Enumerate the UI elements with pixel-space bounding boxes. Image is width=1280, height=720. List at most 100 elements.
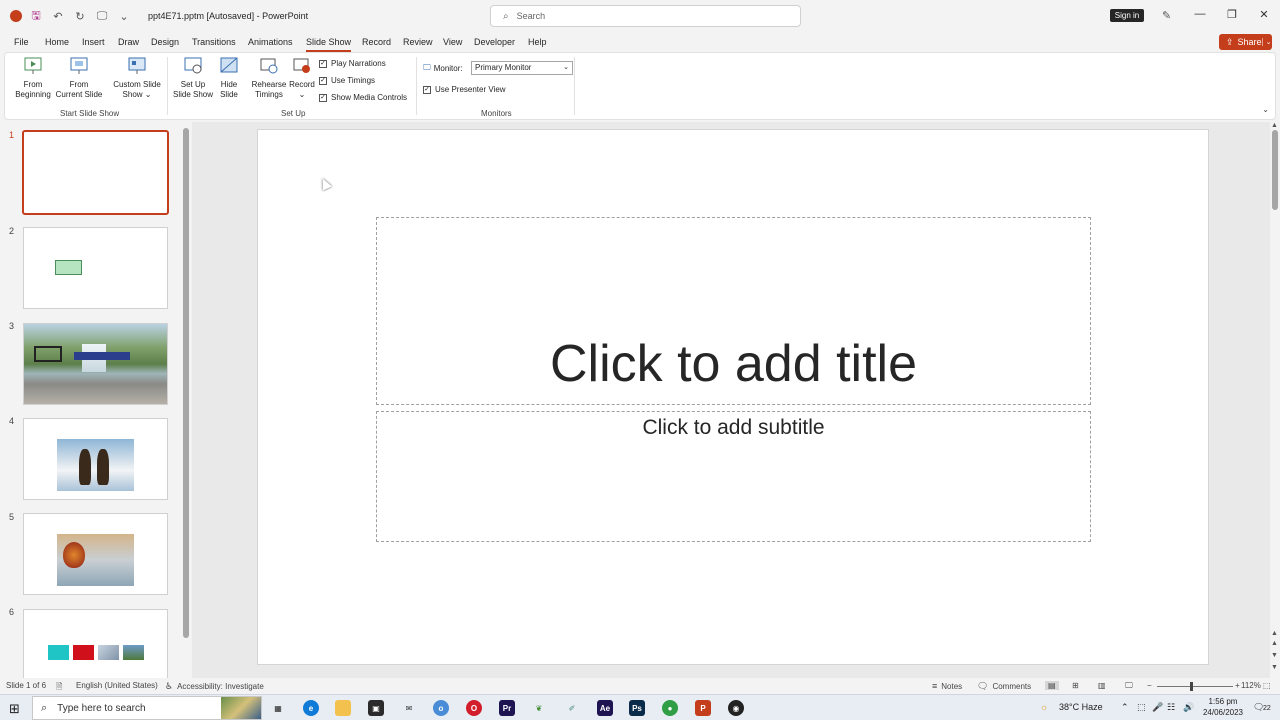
app-icon[interactable]: ◉ [728, 700, 744, 716]
tab-insert[interactable]: Insert [82, 32, 105, 52]
use-timings-checkbox[interactable]: ✓ Use Timings [319, 76, 375, 85]
hide-slide-button[interactable]: Hide Slide [215, 56, 243, 100]
from-current-slide-button[interactable]: From Current Slide [55, 56, 103, 100]
photoshop-icon[interactable]: Ps [629, 700, 645, 716]
tab-transitions[interactable]: Transitions [192, 32, 236, 52]
redo-icon[interactable]: ↻ [72, 8, 88, 24]
microsoft-store-icon[interactable]: ▣ [368, 700, 384, 716]
close-icon[interactable]: ✕ [1256, 8, 1272, 21]
weather-text[interactable]: 38°C Haze [1059, 702, 1103, 712]
app-icon[interactable]: ❦ [531, 700, 547, 716]
slide-thumbnail-2[interactable] [23, 227, 168, 309]
scrollbar-thumb[interactable] [1272, 130, 1278, 210]
scroll-down-icon[interactable]: ▼ [1271, 664, 1278, 671]
comments-button[interactable]: 🗨 Comments [977, 681, 1031, 692]
use-presenter-view-checkbox[interactable]: ✓ Use Presenter View [423, 85, 506, 94]
title-placeholder[interactable]: Click to add title [376, 217, 1091, 405]
search-input[interactable]: ⌕ Search [490, 5, 801, 27]
scrollbar-thumb[interactable] [183, 128, 189, 638]
scroll-up-icon[interactable]: ▲ [1271, 630, 1278, 637]
zoom-slider-handle[interactable] [1190, 682, 1193, 691]
slide-canvas[interactable]: Click to add title Click to add subtitle [257, 129, 1209, 665]
tab-review[interactable]: Review [403, 32, 433, 52]
pen-icon[interactable]: ✎ [1162, 9, 1171, 22]
restore-icon[interactable]: ❐ [1224, 8, 1240, 21]
share-button[interactable]: ⇪ Share ⌄ [1219, 34, 1272, 50]
tab-record[interactable]: Record [362, 32, 391, 52]
chrome-icon[interactable]: ● [662, 700, 678, 716]
tab-file[interactable]: File [14, 32, 29, 52]
previous-slide-icon[interactable]: ▲ [1271, 640, 1278, 647]
checkbox-checked[interactable]: ✓ [423, 85, 431, 94]
rehearse-timings-button[interactable]: Rehearse Timings [249, 56, 289, 100]
task-view-icon[interactable]: ▦ [270, 700, 286, 716]
clock-time[interactable]: 1:56 pm [1200, 697, 1246, 706]
monitor-select[interactable]: Primary Monitor ⌄ [471, 61, 573, 75]
tab-draw[interactable]: Draw [118, 32, 139, 52]
taskbar-search-input[interactable]: ⌕ Type here to search [32, 696, 262, 720]
file-explorer-icon[interactable] [335, 700, 351, 716]
spelling-icon[interactable]: 🗎 [56, 681, 62, 695]
zoom-out-icon[interactable]: − [1147, 681, 1152, 690]
normal-view-icon[interactable]: ▤ [1045, 681, 1059, 690]
app-tray-icon[interactable]: ⬚ [1137, 702, 1146, 713]
reading-view-icon[interactable]: ▥ [1098, 681, 1106, 690]
chevron-up-icon[interactable]: ⌃ [1121, 702, 1129, 713]
scroll-up-icon[interactable]: ▲ [1271, 122, 1278, 129]
tab-view[interactable]: View [443, 32, 462, 52]
tab-slide-show[interactable]: Slide Show [306, 32, 352, 52]
zoom-level[interactable]: 112% [1241, 681, 1261, 690]
clock-date[interactable]: 24/06/2023 [1200, 708, 1246, 717]
edge-browser-icon[interactable]: e [303, 700, 319, 716]
from-beginning-button[interactable]: From Beginning [13, 56, 53, 100]
network-icon[interactable]: ☷ [1167, 702, 1175, 713]
chevron-down-icon[interactable]: ⌄ [1261, 38, 1271, 46]
slide-thumbnail-1[interactable] [22, 130, 169, 215]
mail-icon[interactable]: ✉ [401, 700, 417, 716]
tab-home[interactable]: Home [45, 32, 69, 52]
present-icon[interactable]: 🖵 [94, 8, 110, 24]
premiere-pro-icon[interactable]: Pr [499, 700, 515, 716]
custom-slide-show-button[interactable]: Custom Slide Show ⌄ [109, 56, 165, 100]
play-narrations-checkbox[interactable]: ✓ Play Narrations [319, 59, 386, 68]
accessibility-status[interactable]: ♿ Accessibility: Investigate [165, 681, 264, 692]
opera-icon[interactable]: O [466, 700, 482, 716]
checkbox-checked[interactable]: ✓ [319, 76, 327, 85]
language-indicator[interactable]: English (United States) [76, 681, 158, 690]
set-up-slide-show-button[interactable]: Set Up Slide Show [171, 56, 215, 100]
volume-icon[interactable]: 🔊 [1183, 702, 1194, 713]
tab-help[interactable]: Help [528, 32, 547, 52]
microphone-icon[interactable]: 🎤 [1152, 702, 1163, 713]
checkbox-checked[interactable]: ✓ [319, 59, 327, 68]
browser-app-icon[interactable]: o [433, 700, 449, 716]
after-effects-icon[interactable]: Ae [597, 700, 613, 716]
app-icon[interactable]: ✐ [564, 700, 580, 716]
powerpoint-taskbar-icon[interactable]: P [695, 700, 711, 716]
slide-scrollbar[interactable]: ▲ ▲ ▲ ▼ ▼ [1270, 122, 1280, 678]
save-icon[interactable]: 🖫 [28, 8, 44, 24]
zoom-in-icon[interactable]: + [1235, 681, 1240, 690]
slide-thumbnail-3[interactable] [23, 323, 168, 405]
subtitle-placeholder[interactable]: Click to add subtitle [376, 411, 1091, 542]
customize-toolbar-icon[interactable]: ⌄ [116, 8, 132, 24]
tab-developer[interactable]: Developer [474, 32, 515, 52]
slide-thumbnail-5[interactable] [23, 513, 168, 595]
collapse-ribbon-icon[interactable]: ⌄ [1262, 105, 1269, 114]
undo-icon[interactable]: ↶ [50, 8, 66, 24]
thumbnail-scrollbar[interactable] [183, 122, 189, 678]
slide-thumbnail-4[interactable] [23, 418, 168, 500]
slide-show-view-icon[interactable]: 🖵 [1125, 681, 1133, 691]
minimize-icon[interactable]: — [1192, 8, 1208, 20]
zoom-slider[interactable] [1157, 682, 1233, 691]
notes-button[interactable]: ≡ Notes [932, 681, 962, 691]
windows-start-icon[interactable]: ⊞ [9, 701, 20, 717]
checkbox-checked[interactable]: ✓ [319, 93, 327, 102]
show-media-controls-checkbox[interactable]: ✓ Show Media Controls [319, 93, 407, 102]
next-slide-icon[interactable]: ▼ [1271, 652, 1278, 659]
tab-design[interactable]: Design [151, 32, 179, 52]
sign-in-button[interactable]: Sign in [1110, 9, 1144, 22]
slide-sorter-icon[interactable]: ⊞ [1072, 681, 1079, 690]
tab-animations[interactable]: Animations [248, 32, 293, 52]
record-button[interactable]: Record ⌄ [287, 56, 317, 100]
fit-slide-icon[interactable]: ⬚ [1263, 681, 1271, 690]
